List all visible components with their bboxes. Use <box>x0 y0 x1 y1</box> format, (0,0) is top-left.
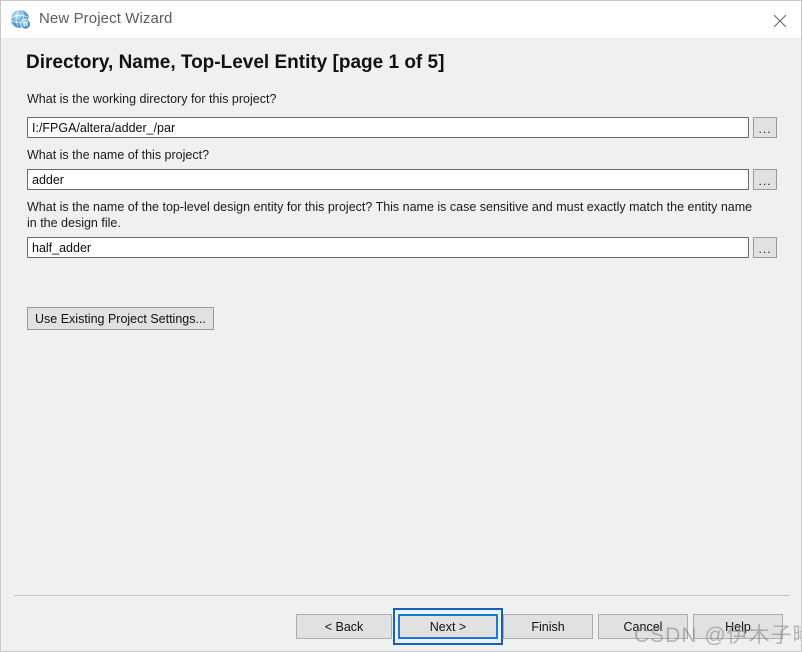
use-existing-project-settings-button[interactable]: Use Existing Project Settings... <box>27 307 214 330</box>
working-directory-input[interactable] <box>27 117 749 138</box>
window-title: New Project Wizard <box>39 10 173 27</box>
page-title: Directory, Name, Top-Level Entity [page … <box>26 52 445 73</box>
project-name-browse-button[interactable]: ... <box>753 169 777 190</box>
top-level-entity-label: What is the name of the top-level design… <box>27 200 753 230</box>
project-name-input[interactable] <box>27 169 749 190</box>
top-level-entity-browse-button[interactable]: ... <box>753 237 777 258</box>
new-project-wizard-dialog: New Project Wizard Directory, Name, Top-… <box>0 0 802 652</box>
title-bar: New Project Wizard <box>1 1 801 39</box>
next-button[interactable]: Next > <box>398 614 498 639</box>
globe-icon <box>10 9 32 31</box>
footer-divider <box>14 595 790 596</box>
back-button[interactable]: < Back <box>296 614 392 639</box>
working-directory-browse-button[interactable]: ... <box>753 117 777 138</box>
help-button[interactable]: Help <box>693 614 783 639</box>
dialog-content: Directory, Name, Top-Level Entity [page … <box>2 39 801 651</box>
top-level-entity-input[interactable] <box>27 237 749 258</box>
working-directory-label: What is the working directory for this p… <box>27 92 277 106</box>
ellipsis-icon: ... <box>758 121 772 136</box>
cancel-button[interactable]: Cancel <box>598 614 688 639</box>
close-icon[interactable] <box>757 1 801 38</box>
project-name-label: What is the name of this project? <box>27 148 210 162</box>
ellipsis-icon: ... <box>758 173 772 188</box>
ellipsis-icon: ... <box>758 241 772 256</box>
finish-button[interactable]: Finish <box>503 614 593 639</box>
